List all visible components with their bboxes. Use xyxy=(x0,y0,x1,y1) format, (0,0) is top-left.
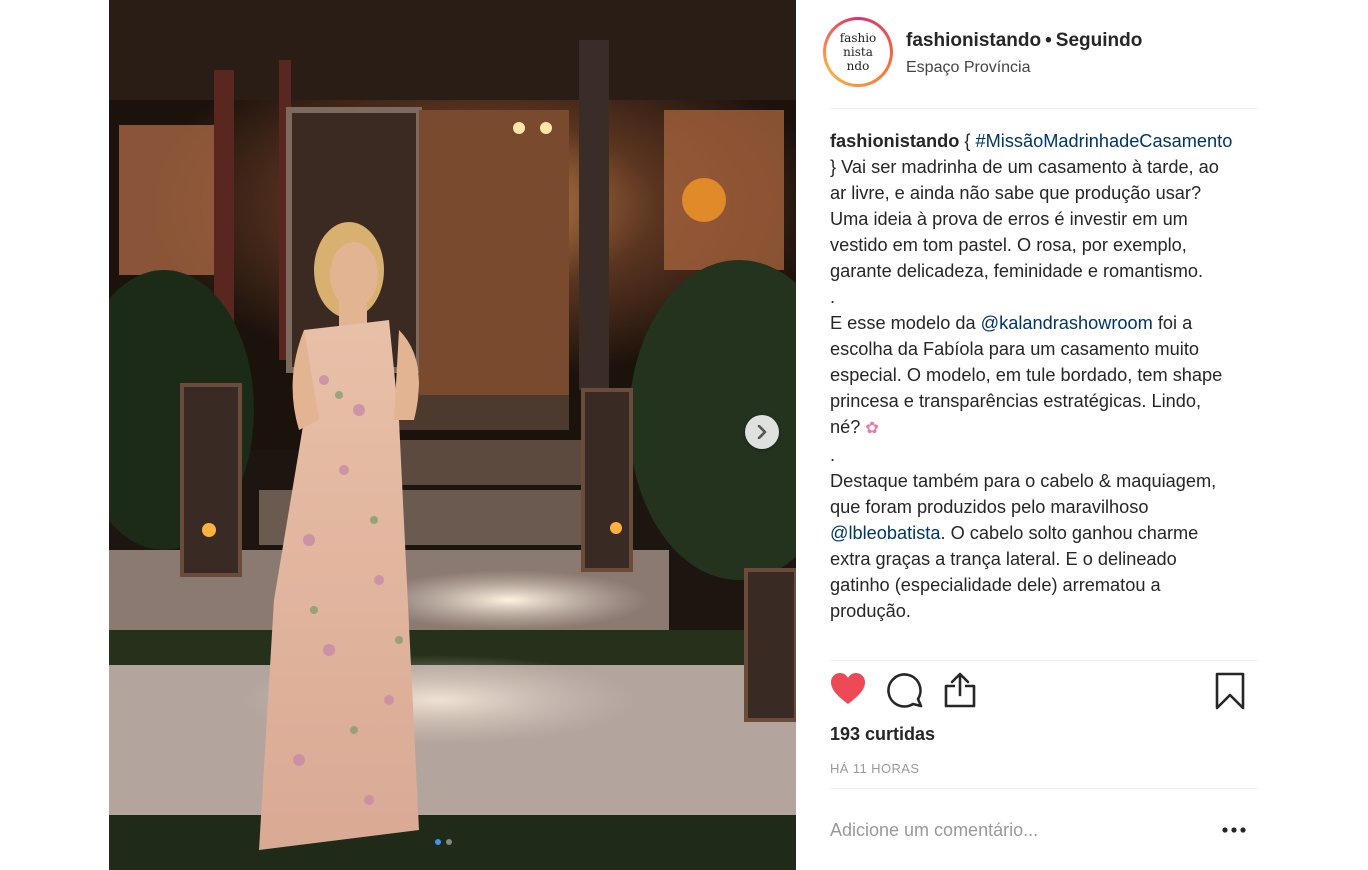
carousel-dot xyxy=(446,839,452,845)
comment-button[interactable] xyxy=(887,672,923,713)
header-title: fashionistando • Seguindo xyxy=(906,30,1142,52)
caption-paragraph-3: Destaque também para o cabelo & maquiage… xyxy=(830,468,1234,624)
post-photo[interactable] xyxy=(109,0,796,870)
comment-icon xyxy=(887,673,923,708)
share-icon xyxy=(944,672,976,708)
next-photo-button[interactable] xyxy=(745,415,779,449)
caption-author-link[interactable]: fashionistando xyxy=(830,131,959,151)
more-options-button[interactable] xyxy=(1219,820,1249,840)
mention-link[interactable]: @kalandrashowroom xyxy=(981,313,1153,333)
post-caption: fashionistando { #MissãoMadrinhadeCasame… xyxy=(830,128,1234,660)
chevron-right-icon xyxy=(757,425,767,439)
carousel-dot-active xyxy=(435,839,441,845)
caption-text: { xyxy=(959,131,976,151)
caption-text: Destaque também para o cabelo & maquiage… xyxy=(830,471,1217,517)
caption-dot: . xyxy=(830,445,836,465)
save-button[interactable] xyxy=(1215,672,1245,715)
hashtag-link[interactable]: #MissãoMadrinhadeCasamento xyxy=(976,131,1233,151)
mention-link[interactable]: @lbleobatista xyxy=(830,523,940,543)
logo-line-2: nista xyxy=(843,45,873,59)
heart-icon xyxy=(831,673,865,704)
caption-paragraph-2: E esse modelo da @kalandrashowroom foi a… xyxy=(830,310,1234,442)
brand-logo: fashio nista ndo xyxy=(840,31,877,73)
post-actions xyxy=(830,672,1250,716)
avatar-logo: fashio nista ndo xyxy=(826,20,890,84)
carousel-indicator xyxy=(435,839,452,845)
post-timestamp[interactable]: HÁ 11 HORAS xyxy=(830,761,919,776)
divider xyxy=(830,108,1258,109)
separator: • xyxy=(1045,30,1052,51)
more-icon xyxy=(1222,827,1246,833)
caption-text: } Vai ser madrinha de um casamento à tar… xyxy=(830,157,1219,281)
caption-paragraph-1: fashionistando { #MissãoMadrinhadeCasame… xyxy=(830,128,1234,284)
location-link[interactable]: Espaço Província xyxy=(906,59,1031,77)
share-button[interactable] xyxy=(943,672,977,713)
logo-line-3: ndo xyxy=(847,59,870,73)
caption-text: E esse modelo da xyxy=(830,313,981,333)
post-header: fashio nista ndo fashionistando • Seguindo… xyxy=(796,0,1259,108)
bookmark-icon xyxy=(1215,672,1245,710)
flower-emoji: ✿ xyxy=(865,420,879,437)
like-button[interactable] xyxy=(830,672,866,711)
comment-input[interactable] xyxy=(830,815,1190,845)
photo-scene xyxy=(109,0,796,870)
follow-status-button[interactable]: Seguindo xyxy=(1056,30,1143,51)
divider xyxy=(830,660,1258,661)
avatar[interactable]: fashio nista ndo xyxy=(823,17,893,87)
caption-dot: . xyxy=(830,287,836,307)
post-details-panel: fashio nista ndo fashionistando • Seguindo… xyxy=(796,0,1259,870)
likes-count[interactable]: 193 curtidas xyxy=(830,724,935,745)
divider xyxy=(830,788,1258,789)
logo-line-1: fashio xyxy=(840,31,877,45)
username-link[interactable]: fashionistando xyxy=(906,30,1041,51)
